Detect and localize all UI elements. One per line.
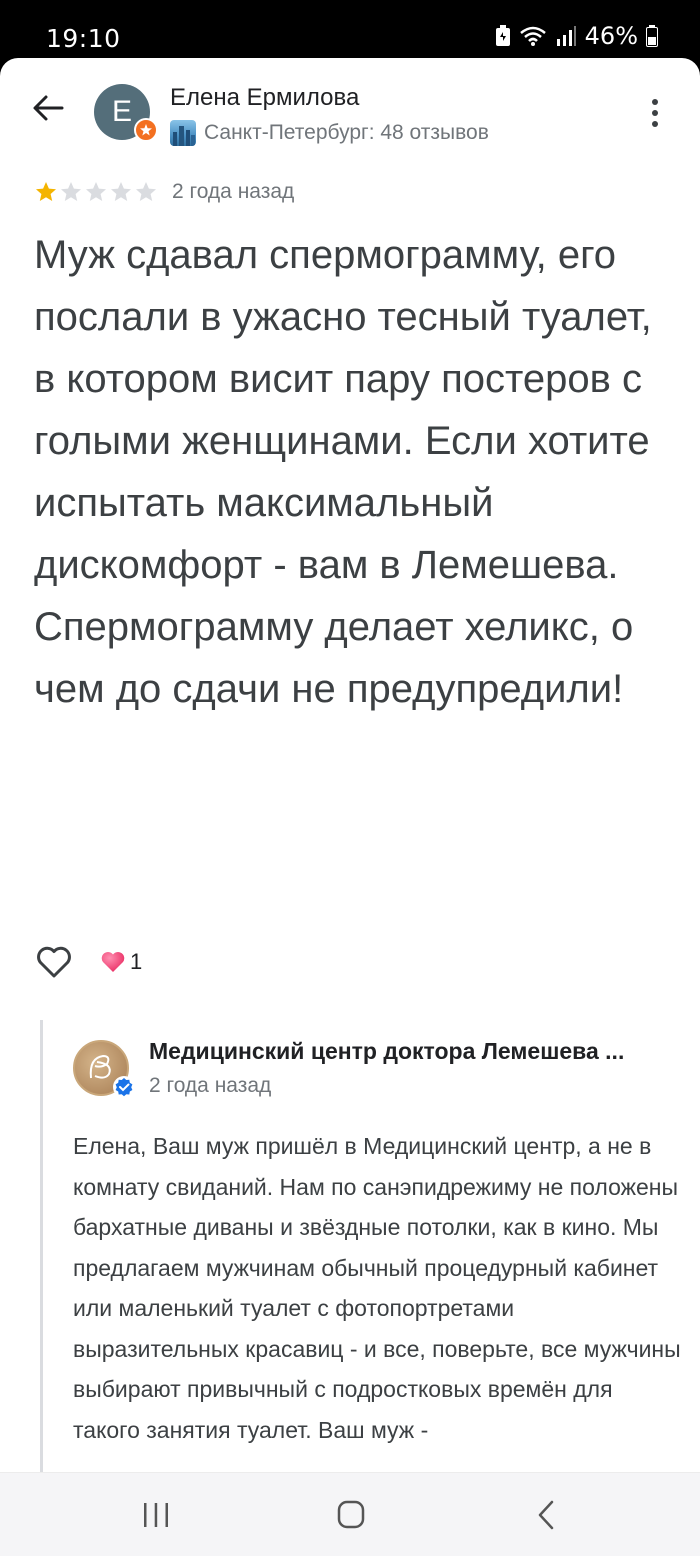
status-time: 19:10 [46, 24, 121, 53]
author-name[interactable]: Елена Ермилова [170, 84, 359, 112]
review-date: 2 года назад [172, 180, 295, 203]
status-icons: 46% [495, 22, 658, 50]
battery-text: 46% [584, 22, 638, 50]
status-bar: 19:10 46% [0, 0, 700, 62]
signal-icon [556, 26, 576, 46]
notification-icon [495, 25, 510, 46]
back-arrow-icon[interactable] [28, 88, 68, 128]
wifi-icon [519, 26, 546, 46]
author-meta: Санкт-Петербург: 48 отзывов [170, 120, 489, 146]
recents-icon[interactable] [136, 1497, 176, 1533]
star-empty-icon [111, 182, 131, 201]
review-text: Муж сдавал спермограмму, его послали в у… [34, 233, 652, 711]
reaction-count-text: 1 [130, 949, 143, 974]
reaction-count[interactable]: 1 [100, 949, 142, 975]
heart-outline-icon[interactable] [34, 942, 74, 982]
system-nav-bar [0, 1472, 700, 1556]
local-guide-badge-icon [134, 118, 158, 142]
star-filled-icon [36, 182, 56, 201]
home-icon[interactable] [331, 1497, 371, 1533]
star-empty-icon [86, 182, 106, 201]
reply-text: Елена, Ваш муж пришёл в Медицинский цент… [73, 1133, 681, 1443]
star-rating [34, 180, 158, 204]
review-sheet: E Елена Ермилова Санкт-Петербург: 48 отз… [0, 58, 700, 1556]
heart-filled-icon [101, 952, 125, 972]
star-empty-icon [136, 182, 156, 201]
star-empty-icon [61, 182, 81, 201]
city-icon [170, 120, 196, 146]
back-nav-icon[interactable] [528, 1497, 568, 1533]
author-meta-text: Санкт-Петербург: 48 отзывов [204, 121, 489, 144]
owner-reply: Медицинский центр доктора Лемешева ... 2… [40, 1020, 700, 1520]
review-header: E Елена Ермилова Санкт-Петербург: 48 отз… [0, 58, 700, 178]
review-actions: 1 [34, 942, 142, 982]
more-vert-icon[interactable] [650, 98, 660, 128]
rating-row: 2 года назад [34, 180, 294, 204]
verified-icon [113, 1076, 135, 1098]
battery-icon [646, 25, 658, 47]
reply-date: 2 года назад [149, 1074, 272, 1097]
owner-name[interactable]: Медицинский центр доктора Лемешева ... [149, 1038, 699, 1065]
